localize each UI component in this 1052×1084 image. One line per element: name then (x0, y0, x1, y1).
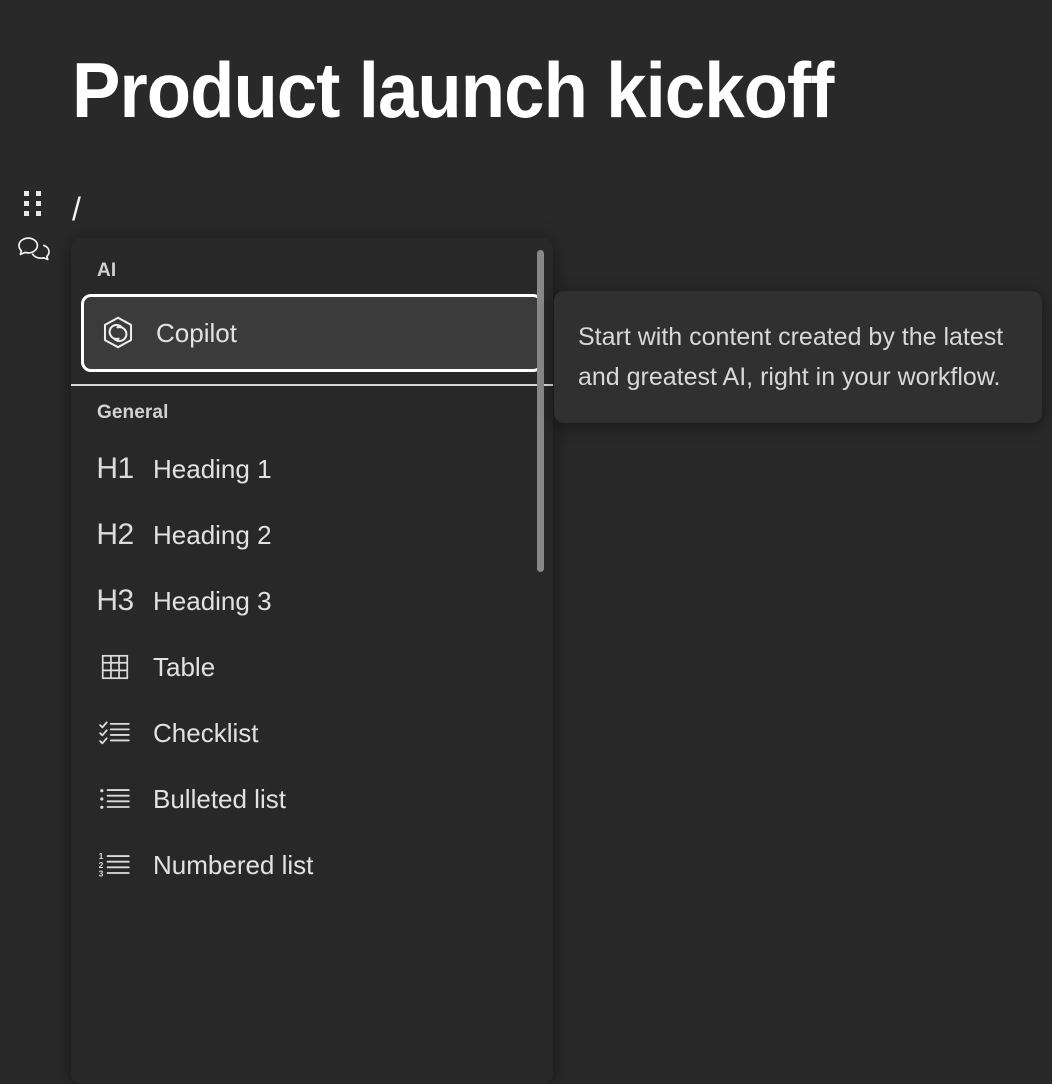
menu-divider (71, 384, 553, 386)
svg-text:3: 3 (99, 868, 104, 878)
drag-handle-dots-icon[interactable] (20, 190, 46, 218)
dot (23, 191, 29, 196)
menu-item-label: Bulleted list (153, 784, 286, 814)
page-title: Product launch kickoff (72, 46, 834, 134)
dot (23, 201, 29, 206)
menu-item-label: Heading 1 (153, 454, 272, 484)
menu-item-checklist[interactable]: Checklist (71, 700, 553, 766)
menu-group-ai: AI Copilot (71, 246, 553, 388)
menu-group-general: General H1 Heading 1 H2 Heading 2 H3 Hea… (71, 388, 553, 898)
dot (23, 211, 29, 216)
group-label-ai: AI (97, 260, 117, 281)
menu-scrollbar-thumb[interactable] (537, 250, 544, 572)
menu-item-label: Table (153, 652, 216, 682)
menu-item-label: Numbered list (153, 850, 314, 880)
slash-command-menu[interactable]: AI Copilot General H1 Heading 1 H2 Headi… (71, 238, 553, 1084)
checklist-icon (95, 713, 135, 753)
menu-item-bulleted-list[interactable]: Bulleted list (71, 766, 553, 832)
group-label-general: General (97, 402, 169, 423)
copilot-hexagon-icon (98, 313, 138, 353)
numbered-list-icon: 1 2 3 (95, 845, 135, 885)
menu-scrollbar[interactable] (537, 238, 545, 1084)
slash-command-menu-content: AI Copilot General H1 Heading 1 H2 Headi… (71, 238, 553, 1084)
menu-item-table[interactable]: Table (71, 634, 553, 700)
comment-bubbles-icon[interactable] (16, 234, 50, 266)
table-grid-icon (95, 647, 135, 687)
dot (35, 191, 41, 196)
dot (35, 211, 41, 216)
h1-icon: H1 (96, 452, 134, 485)
menu-item-label: Heading 2 (153, 520, 272, 550)
menu-item-numbered-list[interactable]: 1 2 3 Numbered list (71, 832, 553, 898)
editor-slash-trigger[interactable]: / (72, 186, 81, 232)
menu-item-heading-2[interactable]: H2 Heading 2 (71, 502, 553, 568)
item-description-tooltip: Start with content created by the latest… (554, 291, 1042, 423)
menu-item-label: Checklist (153, 718, 259, 748)
menu-item-label: Heading 3 (153, 586, 272, 616)
bulleted-list-icon (95, 779, 135, 819)
dot (35, 201, 41, 206)
menu-item-label: Copilot (156, 318, 237, 348)
menu-item-heading-3[interactable]: H3 Heading 3 (71, 568, 553, 634)
tooltip-text: Start with content created by the latest… (578, 323, 1004, 391)
menu-item-heading-1[interactable]: H1 Heading 1 (71, 436, 553, 502)
menu-item-copilot[interactable]: Copilot (81, 294, 543, 372)
h2-icon: H2 (96, 518, 134, 551)
h3-icon: H3 (96, 584, 134, 617)
